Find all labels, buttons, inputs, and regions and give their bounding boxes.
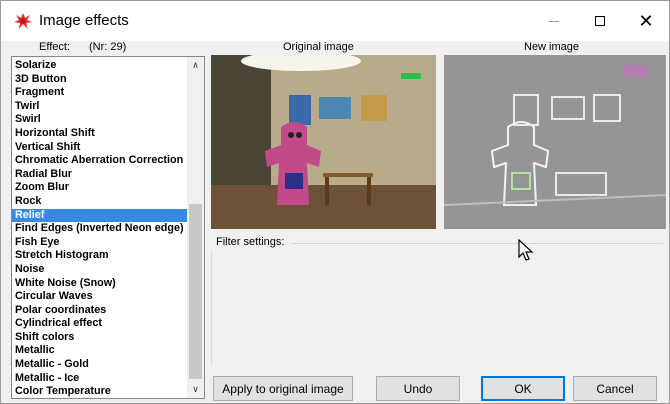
scroll-up-icon[interactable]: ∧ xyxy=(187,57,204,74)
image-effects-window: Image effects ✕ Effect: (Nr: 29) Origina… xyxy=(0,0,670,404)
list-item[interactable]: Metallic - Gold xyxy=(12,358,188,372)
list-item[interactable]: Metallic - Ice xyxy=(12,372,188,386)
list-item[interactable]: Zoom Blur xyxy=(12,181,188,195)
scroll-thumb[interactable] xyxy=(189,204,202,379)
list-item[interactable]: Polar coordinates xyxy=(12,304,188,318)
filter-settings-divider xyxy=(291,243,663,244)
list-item[interactable]: 3D Button xyxy=(12,73,188,87)
new-image-header: New image xyxy=(524,41,580,53)
list-item[interactable]: Swirl xyxy=(12,113,188,127)
new-image xyxy=(444,55,666,229)
minimize-button[interactable] xyxy=(531,1,577,41)
list-item[interactable]: White Noise (Snow) xyxy=(12,277,188,291)
original-image xyxy=(211,55,436,229)
close-icon: ✕ xyxy=(638,10,654,31)
list-item[interactable]: Fragment xyxy=(12,86,188,100)
list-item[interactable]: Rock xyxy=(12,195,188,209)
list-item[interactable]: Fish Eye xyxy=(12,236,188,250)
list-item[interactable]: Cylindrical effect xyxy=(12,317,188,331)
filter-settings-area xyxy=(211,251,667,365)
apply-to-original-button[interactable]: Apply to original image xyxy=(213,376,353,401)
list-item[interactable]: Horizontal Shift xyxy=(12,127,188,141)
list-item[interactable]: Radial Blur xyxy=(12,168,188,182)
list-item[interactable]: Color Temperature xyxy=(12,385,188,398)
mouse-pointer-icon xyxy=(518,239,534,261)
window-title: Image effects xyxy=(39,12,129,29)
list-item[interactable]: Chromatic Aberration Correction xyxy=(12,154,188,168)
title-bar[interactable]: Image effects ✕ xyxy=(1,1,669,41)
list-item[interactable]: Stretch Histogram xyxy=(12,249,188,263)
scroll-down-icon[interactable]: ∨ xyxy=(187,381,204,398)
list-item[interactable]: Find Edges (Inverted Neon edge) xyxy=(12,222,188,236)
original-image-header: Original image xyxy=(283,41,354,53)
maximize-button[interactable] xyxy=(577,1,623,41)
list-item[interactable]: Vertical Shift xyxy=(12,141,188,155)
minimize-icon xyxy=(549,20,559,22)
undo-button[interactable]: Undo xyxy=(376,376,460,401)
list-scrollbar[interactable]: ∧ ∨ xyxy=(187,57,204,398)
effects-list: Solarize 3D Button Fragment Twirl Swirl Horiz… xyxy=(12,59,188,398)
list-item[interactable]: Shift colors xyxy=(12,331,188,345)
ok-button[interactable]: OK xyxy=(481,376,565,401)
list-item[interactable]: Twirl xyxy=(12,100,188,114)
filter-settings-label: Filter settings: xyxy=(216,236,285,248)
cancel-button[interactable]: Cancel xyxy=(573,376,657,401)
close-button[interactable]: ✕ xyxy=(623,1,669,41)
effects-listbox[interactable]: Solarize 3D Button Fragment Twirl Swirl Horiz… xyxy=(11,56,205,399)
effect-label: Effect: xyxy=(39,41,70,53)
list-item[interactable]: Metallic xyxy=(12,344,188,358)
effect-count: (Nr: 29) xyxy=(89,41,127,53)
list-item[interactable]: Noise xyxy=(12,263,188,277)
list-item[interactable]: Solarize xyxy=(12,59,188,73)
list-item[interactable]: Circular Waves xyxy=(12,290,188,304)
red-splat-icon xyxy=(14,13,32,29)
maximize-icon xyxy=(595,16,605,26)
list-item[interactable]: Relief xyxy=(12,208,188,223)
